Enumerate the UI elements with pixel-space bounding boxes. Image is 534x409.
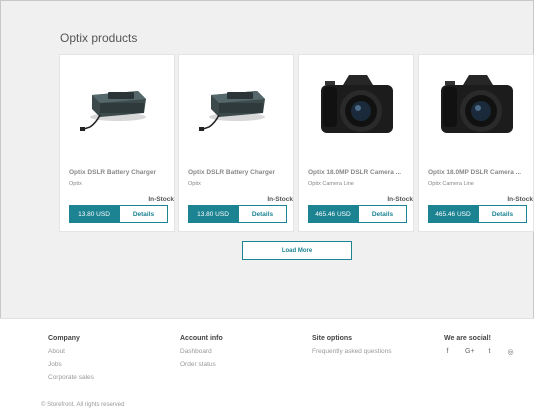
facebook-icon[interactable]: f xyxy=(444,348,451,356)
product-name[interactable]: Optix 18.0MP DSLR Camera ... xyxy=(308,169,408,176)
price-button[interactable]: 13.80 USD xyxy=(69,205,119,223)
section-title: Optix products xyxy=(60,31,138,45)
details-button[interactable]: Details xyxy=(119,205,168,223)
product-name[interactable]: Optix DSLR Battery Charger xyxy=(69,169,169,176)
google-plus-icon[interactable]: G+ xyxy=(465,348,475,356)
footer-heading-social: We are social! xyxy=(444,335,491,342)
product-name[interactable]: Optix DSLR Battery Charger xyxy=(188,169,288,176)
product-brand: Optix Camera Line xyxy=(308,181,354,187)
footer-heading-site: Site options xyxy=(312,335,353,342)
details-button[interactable]: Details xyxy=(358,205,407,223)
stock-status: In-Stock xyxy=(387,196,413,203)
footer-account-column: Account info Dashboard Order status xyxy=(180,335,223,374)
footer-link-corporate-sales[interactable]: Corporate sales xyxy=(48,374,94,381)
product-name[interactable]: Optix 18.0MP DSLR Camera ... xyxy=(428,169,528,176)
instagram-icon[interactable]: ◎ xyxy=(507,348,514,356)
footer-heading-account: Account info xyxy=(180,335,223,342)
footer-link-jobs[interactable]: Jobs xyxy=(48,361,94,368)
product-brand: Optix xyxy=(188,181,201,187)
footer-link-about[interactable]: About xyxy=(48,348,94,355)
dslr-camera-image[interactable] xyxy=(419,55,534,160)
stock-status: In-Stock xyxy=(507,196,533,203)
price-button[interactable]: 13.80 USD xyxy=(188,205,238,223)
product-card[interactable]: Optix DSLR Battery Charger Optix In-Stoc… xyxy=(178,54,294,232)
footer-link-order-status[interactable]: Order status xyxy=(180,361,223,368)
product-card[interactable]: Optix 18.0MP DSLR Camera ... Optix Camer… xyxy=(298,54,414,232)
dslr-camera-image[interactable] xyxy=(299,55,415,160)
copyright-text: © Storefront. All rights reserved xyxy=(41,402,125,408)
footer-company-column: Company About Jobs Corporate sales xyxy=(48,335,94,387)
product-list: Optix DSLR Battery Charger Optix In-Stoc… xyxy=(59,54,534,232)
footer: Company About Jobs Corporate sales Accou… xyxy=(0,318,534,409)
product-brand: Optix Camera Line xyxy=(428,181,474,187)
twitter-icon[interactable]: t xyxy=(486,348,493,356)
price-button[interactable]: 465.46 USD xyxy=(308,205,358,223)
footer-site-column: Site options Frequently asked questions xyxy=(312,335,392,361)
footer-social-column: We are social! f G+ t ◎ xyxy=(444,335,514,356)
battery-charger-image[interactable] xyxy=(179,55,295,160)
footer-link-dashboard[interactable]: Dashboard xyxy=(180,348,223,355)
load-more-button[interactable]: Load More xyxy=(242,241,352,260)
stock-status: In-Stock xyxy=(148,196,174,203)
stock-status: In-Stock xyxy=(267,196,293,203)
details-button[interactable]: Details xyxy=(238,205,287,223)
footer-link-faq[interactable]: Frequently asked questions xyxy=(312,348,392,355)
product-card[interactable]: Optix 18.0MP DSLR Camera ... Optix Camer… xyxy=(418,54,534,232)
price-button[interactable]: 465.46 USD xyxy=(428,205,478,223)
social-icons: f G+ t ◎ xyxy=(444,348,514,356)
battery-charger-image[interactable] xyxy=(60,55,176,160)
details-button[interactable]: Details xyxy=(478,205,527,223)
product-brand: Optix xyxy=(69,181,82,187)
product-card[interactable]: Optix DSLR Battery Charger Optix In-Stoc… xyxy=(59,54,175,232)
footer-heading-company: Company xyxy=(48,335,80,342)
